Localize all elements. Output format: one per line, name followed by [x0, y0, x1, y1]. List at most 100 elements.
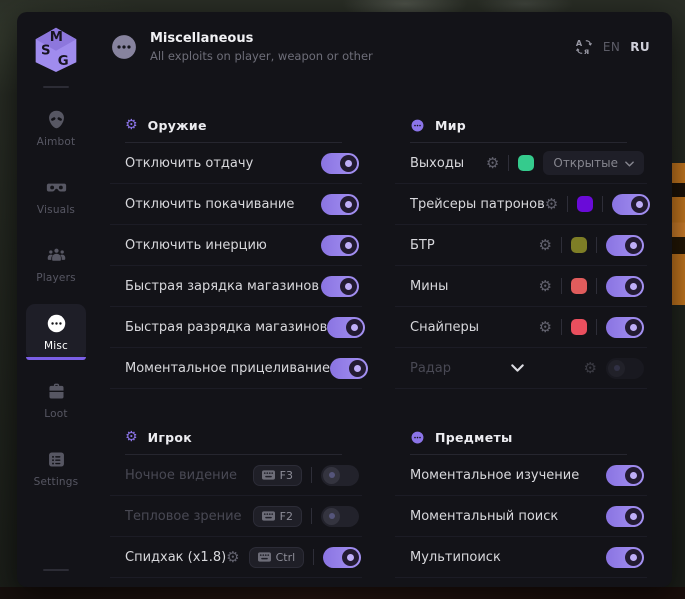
color-swatch[interactable]	[577, 196, 593, 212]
expand-chevron-icon[interactable]	[451, 364, 584, 372]
color-swatch[interactable]	[571, 319, 587, 335]
toggle-switch[interactable]	[321, 465, 359, 486]
gear-icon: ⚙	[125, 118, 138, 132]
setting-label: Спидхак (x1.8)	[125, 550, 226, 565]
toggle-switch[interactable]	[321, 506, 359, 527]
setting-row: Ночное видениеF3	[110, 455, 362, 496]
keyboard-icon	[258, 552, 271, 562]
control-separator	[561, 237, 562, 253]
toggle-knob	[625, 237, 642, 254]
setting-label: Быстрая разрядка магазинов	[125, 320, 327, 335]
toggle-switch[interactable]	[323, 547, 361, 568]
orb-icon	[410, 430, 425, 445]
gear-icon[interactable]: ⚙	[486, 156, 499, 171]
lang-ru-button[interactable]: RU	[630, 40, 650, 54]
color-swatch[interactable]	[571, 278, 587, 294]
setting-controls: ⚙ Открытые	[486, 151, 644, 175]
control-separator	[596, 319, 597, 335]
sidebar-item-label: Players	[36, 272, 76, 284]
setting-controls: ⚙	[539, 317, 644, 338]
sidebar-item-label: Aimbot	[37, 136, 76, 148]
toggle-knob	[349, 360, 366, 377]
app-window: S G M Aimbot Visuals Players Misc Loot Settin…	[17, 12, 672, 587]
gear-icon[interactable]: ⚙	[584, 361, 597, 376]
toggle-switch[interactable]	[606, 235, 644, 256]
section-weapon: ⚙ОружиеОтключить отдачуОтключить покачив…	[110, 108, 362, 389]
toggle-switch[interactable]	[606, 358, 644, 379]
section-title: Мир	[435, 118, 466, 133]
control-separator	[596, 237, 597, 253]
toggle-switch[interactable]	[606, 317, 644, 338]
toggle-switch[interactable]	[606, 276, 644, 297]
toggle-knob	[342, 549, 359, 566]
toggle-knob	[346, 319, 363, 336]
dropdown-select[interactable]: Открытые	[543, 151, 644, 175]
gear-icon[interactable]: ⚙	[539, 320, 552, 335]
toggle-knob	[625, 549, 642, 566]
sidebar-item-players[interactable]: Players	[26, 236, 86, 292]
sidebar-divider-top	[43, 86, 69, 88]
toggle-switch[interactable]	[327, 317, 365, 338]
setting-label: Моментальный поиск	[410, 509, 558, 524]
toggle-switch[interactable]	[612, 194, 650, 215]
control-separator	[311, 508, 312, 524]
toggle-switch[interactable]	[321, 276, 359, 297]
setting-controls: F2	[253, 506, 359, 527]
sidebar-item-aimbot[interactable]: Aimbot	[26, 100, 86, 156]
background-game-bottom	[0, 587, 685, 599]
setting-row: Быстрая зарядка магазинов	[110, 266, 362, 307]
toggle-switch[interactable]	[321, 235, 359, 256]
sidebar-item-loot[interactable]: Loot	[26, 372, 86, 428]
control-separator	[567, 196, 568, 212]
toggle-knob	[323, 508, 340, 525]
gear-icon[interactable]: ⚙	[539, 238, 552, 253]
hotkey-badge[interactable]: F3	[253, 465, 302, 486]
sidebar-item-visuals[interactable]: Visuals	[26, 168, 86, 224]
setting-controls	[606, 506, 644, 527]
setting-row: Трейсеры патронов⚙	[395, 184, 647, 225]
color-swatch[interactable]	[571, 237, 587, 253]
sidebar-item-label: Settings	[34, 476, 79, 488]
toggle-knob	[340, 278, 357, 295]
setting-row: Моментальный поиск	[395, 496, 647, 537]
toggle-switch[interactable]	[606, 465, 644, 486]
translate-icon[interactable]: A я	[575, 38, 593, 56]
sidebar: S G M Aimbot Visuals Players Misc Loot Settin…	[17, 12, 95, 587]
setting-controls	[321, 276, 359, 297]
toggle-switch[interactable]	[606, 547, 644, 568]
section-player: ⚙ИгрокНочное видениеF3Тепловое зрениеF2С…	[110, 420, 362, 578]
sidebar-item-misc[interactable]: Misc	[26, 304, 86, 360]
toggle-knob	[631, 196, 648, 213]
lang-en-button[interactable]: EN	[603, 40, 620, 54]
gear-icon[interactable]: ⚙	[545, 197, 558, 212]
hotkey-badge[interactable]: F2	[253, 506, 302, 527]
page-subtitle: All exploits on player, weapon or other	[150, 49, 373, 63]
setting-row: Мины ⚙	[395, 266, 647, 307]
toggle-knob	[340, 196, 357, 213]
setting-label: Мины	[410, 279, 448, 294]
toggle-knob	[340, 237, 357, 254]
app-logo-icon: S G M	[33, 26, 79, 74]
setting-controls	[321, 153, 359, 174]
alien-icon	[46, 109, 67, 130]
goggles-icon	[46, 177, 67, 198]
header-text: Miscellaneous All exploits on player, we…	[150, 31, 373, 63]
language-switcher: A я EN RU	[575, 38, 650, 56]
control-separator	[313, 549, 314, 565]
toggle-switch[interactable]	[321, 153, 359, 174]
sidebar-item-settings[interactable]: Settings	[26, 440, 86, 496]
control-separator	[602, 196, 603, 212]
setting-controls: ⚙	[539, 235, 644, 256]
setting-row: Радар⚙	[395, 348, 647, 389]
page-header: Miscellaneous All exploits on player, we…	[95, 12, 672, 82]
toggle-switch[interactable]	[330, 358, 368, 379]
toggle-switch[interactable]	[321, 194, 359, 215]
color-swatch[interactable]	[518, 155, 534, 171]
page-title: Miscellaneous	[150, 31, 373, 46]
gear-icon[interactable]: ⚙	[226, 550, 239, 565]
hotkey-badge[interactable]: Ctrl	[249, 547, 305, 568]
ellipsis-icon	[46, 313, 67, 334]
toggle-switch[interactable]	[606, 506, 644, 527]
gear-icon[interactable]: ⚙	[539, 279, 552, 294]
hotkey-label: F3	[280, 469, 293, 482]
